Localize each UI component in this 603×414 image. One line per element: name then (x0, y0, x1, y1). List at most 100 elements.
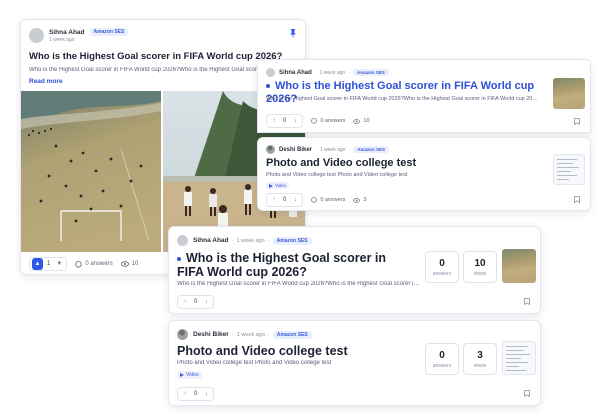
post-thumbnail[interactable] (553, 154, 585, 185)
vote-count: 0 (283, 197, 287, 203)
vote-control: ↑ 0 ↓ (266, 193, 304, 207)
vote-count: 1 (47, 261, 51, 267)
unread-dot (177, 256, 181, 261)
bookmark-icon[interactable] (524, 390, 530, 397)
tag-badge[interactable]: Amazon SES (353, 146, 390, 153)
question-snippet: Photo and Video college test Photo and V… (177, 360, 332, 366)
question-snippet: Photo and Video college test Photo and V… (266, 172, 408, 178)
arrow-up-icon[interactable]: ▲ (32, 258, 43, 270)
question-title[interactable]: Who is the Highest Goal scorer in FIFA W… (177, 251, 415, 280)
author-name[interactable]: Sihna Ahad (193, 237, 229, 244)
video-label: Video (275, 183, 287, 188)
unread-dot (266, 84, 270, 89)
card-footer: ↑ 0 ↓ (177, 387, 215, 401)
views-label: views (473, 271, 487, 277)
vote-count: 0 (194, 299, 198, 305)
tag-badge[interactable]: Amazon SES (272, 236, 312, 245)
bookmark-icon[interactable] (574, 196, 580, 203)
question-title[interactable]: Photo and Video college test (266, 157, 416, 170)
post-time: 1 week ago (49, 37, 75, 43)
card-footer: ▲ 1 ▼ 0 answers 10 (29, 257, 138, 271)
comment-icon (75, 260, 83, 267)
eye-icon (353, 118, 361, 124)
post-time: 1 week ago (236, 237, 265, 244)
answers-number: 0 (439, 350, 445, 361)
comment-icon (311, 197, 318, 203)
question-card-list-video[interactable]: Deshi Biker · 1 week ago · Amazon SES Ph… (168, 320, 541, 406)
author-name[interactable]: Deshi Biker (193, 331, 229, 338)
avatar[interactable] (177, 235, 188, 246)
answers-stat[interactable]: 0 answers (311, 197, 345, 203)
post-image-beach-football[interactable] (21, 91, 161, 252)
views-stat: 10 (353, 118, 370, 124)
question-card-medium[interactable]: Sihna Ahad · 1 week ago · Amazon SES Who… (257, 59, 591, 133)
eye-icon (120, 261, 129, 267)
vote-control: ↑ 0 ↓ (177, 295, 215, 309)
post-thumbnail[interactable] (502, 249, 536, 283)
avatar[interactable] (266, 145, 275, 154)
answers-count: 0 answers (320, 197, 346, 203)
arrow-down-icon[interactable]: ↓ (201, 389, 211, 399)
question-card-list[interactable]: Sihna Ahad · 1 week ago · Amazon SES Who… (168, 226, 541, 314)
card-footer: ↑ 0 ↓ 0 answers 10 (266, 114, 370, 128)
arrow-down-icon[interactable]: ▼ (54, 259, 64, 269)
author-name[interactable]: Sihna Ahad (279, 70, 312, 76)
eye-icon (353, 197, 361, 203)
arrow-down-icon[interactable]: ↓ (290, 195, 300, 205)
post-thumbnail[interactable] (502, 341, 536, 375)
arrow-up-icon[interactable]: ↑ (180, 389, 190, 399)
views-stat-box: 10 views (463, 251, 497, 283)
tag-badge[interactable]: Amazon SES (272, 330, 312, 339)
question-snippet: Who is the Highest Goal scorer in FIFA W… (177, 281, 421, 287)
video-badge[interactable]: Video (266, 182, 290, 189)
arrow-down-icon[interactable]: ↓ (290, 116, 300, 126)
vote-control: ▲ 1 ▼ (29, 257, 68, 271)
question-title[interactable]: Photo and Video college test (177, 344, 348, 358)
post-time: 1 week ago (319, 146, 346, 153)
question-snippet: Who is the Highest Goal scorer in FIFA W… (266, 96, 540, 102)
views-number: 10 (474, 258, 486, 269)
views-count: 10 (131, 261, 139, 267)
play-icon (269, 183, 273, 188)
post-thumbnail[interactable] (553, 78, 585, 109)
post-time: 1 week ago (319, 69, 346, 76)
card-footer: ↑ 0 ↓ (177, 295, 215, 309)
answers-stat-box[interactable]: 0 answers (425, 251, 459, 283)
views-count: 3 (363, 197, 367, 203)
vote-control: ↑ 0 ↓ (177, 387, 215, 401)
vote-control: ↑ 0 ↓ (266, 114, 304, 128)
tag-badge[interactable]: Amazon SES (89, 28, 129, 36)
arrow-up-icon[interactable]: ↑ (180, 297, 190, 307)
arrow-up-icon[interactable]: ↑ (269, 116, 279, 126)
tag-badge[interactable]: Amazon SES (353, 69, 389, 76)
answers-stat-box[interactable]: 0 answers (425, 343, 459, 375)
avatar[interactable] (29, 28, 44, 43)
author-name[interactable]: Deshi Biker (279, 147, 312, 153)
avatar[interactable] (177, 329, 188, 340)
comment-icon (311, 118, 318, 124)
bookmark-icon[interactable] (574, 118, 580, 125)
author-name[interactable]: Sihna Ahad (49, 29, 85, 36)
card-footer: ↑ 0 ↓ 0 answers 3 (266, 193, 366, 207)
answers-label: answers (432, 363, 452, 369)
views-stat-box: 3 views (463, 343, 497, 375)
video-label: Video (186, 372, 199, 378)
vote-count: 0 (194, 391, 198, 397)
read-more-link[interactable]: Read more (29, 78, 63, 85)
video-badge[interactable]: Video (177, 371, 202, 379)
views-label: views (473, 363, 487, 369)
vote-count: 0 (283, 118, 287, 124)
views-stat: 10 (120, 261, 139, 267)
question-card-medium-video[interactable]: Deshi Biker · 1 week ago · Amazon SES Ph… (257, 137, 591, 211)
post-time: 1 week ago (236, 331, 265, 338)
bookmark-icon[interactable] (524, 298, 530, 305)
pin-icon[interactable] (289, 29, 297, 38)
avatar[interactable] (266, 68, 275, 77)
answers-count: 0 answers (320, 118, 346, 124)
arrow-up-icon[interactable]: ↑ (269, 195, 279, 205)
answers-stat[interactable]: 0 answers (311, 118, 345, 124)
answers-stat[interactable]: 0 answers (75, 260, 113, 268)
answers-number: 0 (439, 258, 445, 269)
arrow-down-icon[interactable]: ↓ (201, 297, 211, 307)
play-icon (180, 373, 184, 377)
